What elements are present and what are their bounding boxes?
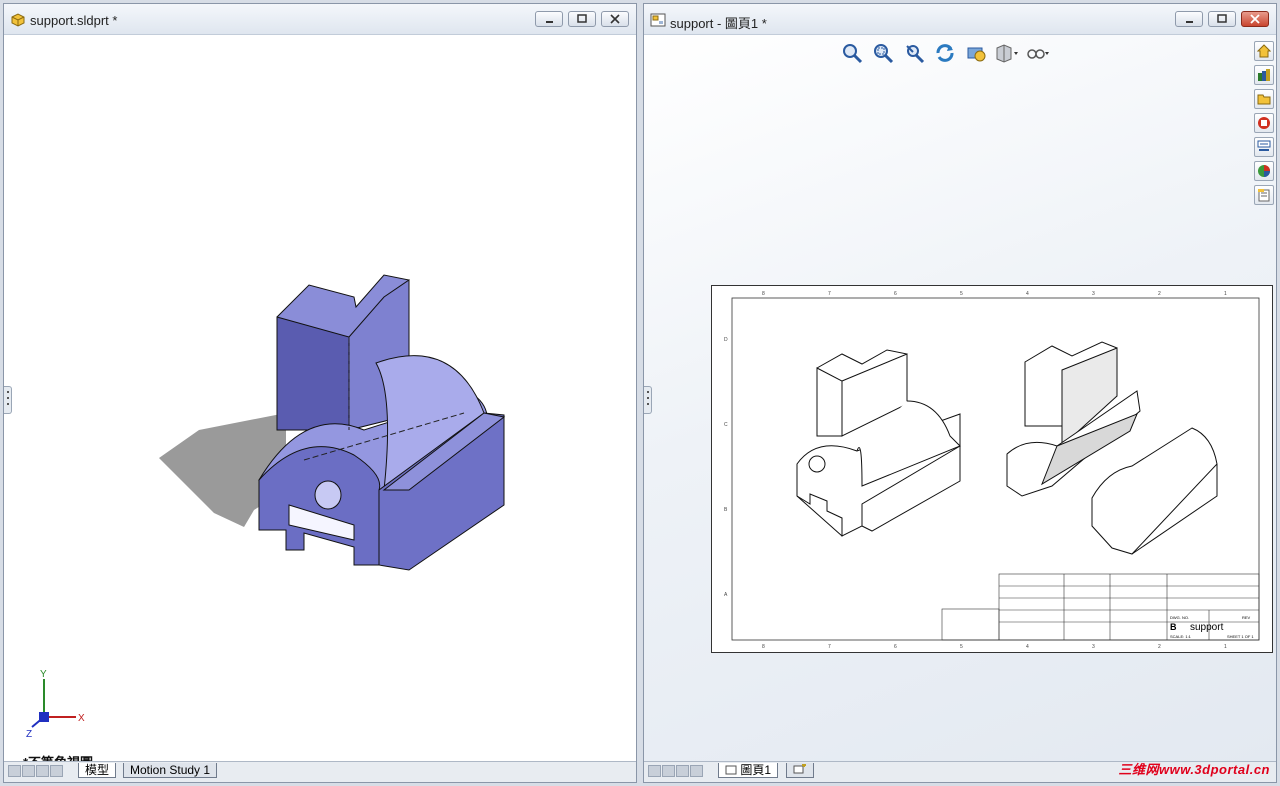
drawing-window-title: support - 圖頁1 * bbox=[670, 16, 767, 31]
hide-show-icon[interactable] bbox=[1025, 41, 1050, 65]
part-window-title: support.sldprt * bbox=[30, 13, 118, 28]
zone-number: 6 bbox=[894, 644, 897, 650]
section-view bbox=[1006, 341, 1218, 555]
task-pane-tabs bbox=[1254, 41, 1276, 209]
file-explorer-icon[interactable] bbox=[1254, 89, 1274, 109]
tab-scroll-arrows[interactable] bbox=[648, 765, 703, 777]
zone-letter: C bbox=[724, 422, 728, 428]
dwg-no-label: DWG. NO. bbox=[1170, 615, 1189, 620]
view-palette-icon[interactable] bbox=[1254, 113, 1274, 133]
drawing-sheet[interactable]: 8 7 6 5 4 3 2 1 8 7 6 5 4 3 2 1 D C B A B DWG. NO. suppor… bbox=[711, 285, 1273, 653]
home-icon[interactable] bbox=[1254, 41, 1274, 61]
feature-manager-flyout-handle[interactable] bbox=[4, 386, 12, 414]
tab-model[interactable]: 模型 bbox=[78, 763, 117, 778]
zone-number: 6 bbox=[894, 291, 897, 297]
zone-number: 7 bbox=[828, 291, 831, 297]
zone-number: 7 bbox=[828, 644, 831, 650]
zone-number: 1 bbox=[1224, 644, 1227, 650]
part-model bbox=[159, 274, 506, 571]
bottom-zone-numbers: 8 7 6 5 4 3 2 1 bbox=[762, 644, 1227, 650]
part-titlebar[interactable]: support.sldprt * bbox=[4, 4, 636, 35]
custom-properties-icon[interactable] bbox=[1254, 161, 1274, 181]
dwg-no-value: support bbox=[1190, 622, 1224, 633]
zone-letter: D bbox=[724, 337, 728, 343]
design-library-icon[interactable] bbox=[1254, 65, 1274, 85]
triad: Y X Z bbox=[26, 669, 85, 739]
zone-number: 5 bbox=[960, 644, 963, 650]
close-button[interactable] bbox=[1241, 11, 1269, 27]
drawing-document-icon bbox=[650, 12, 666, 31]
watermark-text: 三维网www.3dportal.cn bbox=[1118, 762, 1270, 777]
model-tab-bar: 模型 Motion Study 1 bbox=[4, 761, 636, 782]
property-manager-flyout-handle[interactable] bbox=[644, 386, 652, 414]
pan-icon[interactable] bbox=[963, 41, 988, 65]
left-zone-letters: D C B A bbox=[724, 337, 728, 598]
zone-number: 1 bbox=[1224, 291, 1227, 297]
previous-view-icon[interactable] bbox=[901, 41, 926, 65]
drawing-graphics-area[interactable]: 8 7 6 5 4 3 2 1 8 7 6 5 4 3 2 1 D C B A B DWG. NO. suppor… bbox=[644, 35, 1276, 762]
document-recovery-icon[interactable] bbox=[1254, 185, 1274, 205]
zoom-to-fit-icon[interactable] bbox=[839, 41, 864, 65]
zone-number: 8 bbox=[762, 291, 765, 297]
drawing-sheet-graphics: 8 7 6 5 4 3 2 1 8 7 6 5 4 3 2 1 D C B A B DWG. NO. suppor… bbox=[724, 291, 1260, 650]
zone-letter: A bbox=[724, 592, 728, 598]
add-sheet-icon bbox=[793, 763, 806, 774]
appearances-icon[interactable] bbox=[1254, 137, 1274, 157]
graphics-area[interactable]: Y X Z *不等角視圖 bbox=[4, 35, 636, 770]
scale-label: SCALE: 1:1 bbox=[1170, 634, 1192, 639]
top-zone-numbers: 8 7 6 5 4 3 2 1 bbox=[762, 291, 1227, 297]
tab-sheet-1-label: 圖頁1 bbox=[740, 763, 772, 777]
drawing-titlebar[interactable]: support - 圖頁1 * bbox=[644, 4, 1276, 35]
zone-letter: B bbox=[724, 507, 728, 513]
restore-button[interactable] bbox=[1208, 11, 1236, 27]
zoom-area-icon[interactable] bbox=[870, 41, 895, 65]
rotate-icon[interactable] bbox=[932, 41, 957, 65]
triad-x-label: X bbox=[78, 713, 85, 724]
close-button[interactable] bbox=[601, 11, 629, 27]
sheet-icon bbox=[725, 765, 737, 775]
part-document-icon bbox=[10, 12, 26, 31]
isometric-view bbox=[796, 349, 961, 537]
triad-z-label: Z bbox=[26, 729, 32, 739]
display-style-icon[interactable] bbox=[994, 41, 1019, 65]
tab-motion-study-1[interactable]: Motion Study 1 bbox=[123, 763, 218, 778]
tab-sheet-1[interactable]: 圖頁1 bbox=[718, 763, 779, 778]
zone-number: 5 bbox=[960, 291, 963, 297]
tab-scroll-arrows[interactable] bbox=[8, 765, 63, 777]
zone-number: 3 bbox=[1092, 644, 1095, 650]
zone-number: 4 bbox=[1026, 644, 1029, 650]
sheet-tab-bar: 圖頁1 三维网www.3dportal.cn bbox=[644, 761, 1276, 782]
zone-number: 3 bbox=[1092, 291, 1095, 297]
part-window[interactable]: support.sldprt * Y X Z 模型 Motion Study 1 bbox=[3, 3, 637, 783]
heads-up-view-toolbar bbox=[839, 41, 1050, 65]
restore-button[interactable] bbox=[568, 11, 596, 27]
drawing-window[interactable]: support - 圖頁1 * 8 7 6 5 4 3 2 1 8 7 6 5 4 3 2 1… bbox=[643, 3, 1277, 783]
add-sheet-button[interactable] bbox=[786, 763, 814, 778]
zone-number: 4 bbox=[1026, 291, 1029, 297]
rev-label: REV bbox=[1242, 615, 1251, 620]
sheet-size-text: B bbox=[1170, 622, 1177, 632]
minimize-button[interactable] bbox=[1175, 11, 1203, 27]
zone-number: 2 bbox=[1158, 644, 1161, 650]
sheet-count-label: SHEET 1 OF 1 bbox=[1227, 634, 1254, 639]
triad-y-label: Y bbox=[40, 669, 47, 680]
zone-number: 8 bbox=[762, 644, 765, 650]
zone-number: 2 bbox=[1158, 291, 1161, 297]
minimize-button[interactable] bbox=[535, 11, 563, 27]
